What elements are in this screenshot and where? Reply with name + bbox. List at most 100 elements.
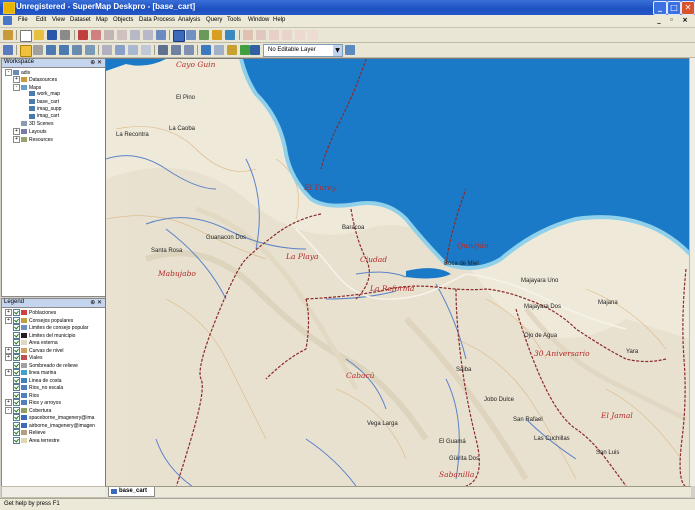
edit-icon[interactable] [243, 30, 253, 40]
zoom-in-icon[interactable] [46, 45, 56, 55]
layer-props-icon[interactable] [345, 45, 355, 55]
close-button[interactable]: ✕ [681, 1, 695, 15]
legend-item[interactable]: spaceborne_imagenery@ima [5, 414, 94, 421]
workspace-tree-item[interactable]: + Datasources [13, 76, 57, 84]
legend-item[interactable]: Area externa [5, 339, 58, 346]
workspace-pin-close[interactable]: ⊕ ✕ [90, 59, 102, 66]
workspace-tree-item[interactable]: imag_supp [21, 106, 61, 113]
expand-icon[interactable]: + [5, 316, 12, 324]
redo-icon[interactable] [143, 30, 153, 40]
legend-item[interactable]: + Consejos populares [5, 316, 73, 324]
expand-icon[interactable]: + [13, 76, 20, 84]
visibility-checkbox[interactable] [13, 399, 20, 406]
menu-query[interactable]: Query [206, 17, 222, 23]
legend-item[interactable]: Limites del municipio [5, 331, 75, 339]
visibility-checkbox[interactable] [13, 406, 20, 414]
doc-icon[interactable] [3, 16, 12, 25]
visibility-checkbox[interactable] [13, 331, 20, 339]
save-icon[interactable] [47, 30, 57, 40]
cut2-icon[interactable] [91, 30, 101, 40]
zoom-out-icon[interactable] [59, 45, 69, 55]
legend-item[interactable]: + Rios y arroyos [5, 399, 61, 406]
legend-item[interactable]: Rios [5, 391, 39, 399]
menu-help[interactable]: Help [273, 17, 285, 23]
menu-edit[interactable]: Edit [36, 17, 46, 23]
identify-icon[interactable] [115, 45, 125, 55]
visibility-checkbox[interactable] [13, 354, 20, 361]
map-vscrollbar[interactable] [689, 58, 695, 486]
visibility-checkbox[interactable] [13, 346, 20, 354]
edit-layer-icon[interactable] [250, 45, 260, 55]
undo-icon[interactable] [130, 30, 140, 40]
open-icon[interactable] [34, 30, 44, 40]
workspace-tree-item[interactable]: base_cart [21, 99, 59, 106]
legend-pin-close[interactable]: ⊕ ✕ [90, 299, 102, 306]
pan-icon[interactable] [3, 45, 13, 55]
menu-tools[interactable]: Tools [227, 17, 241, 23]
analysis-icon[interactable] [225, 30, 235, 40]
expand-icon[interactable]: + [5, 399, 12, 406]
delete-icon[interactable] [78, 30, 88, 40]
split-icon[interactable] [269, 30, 279, 40]
visibility-checkbox[interactable] [13, 339, 20, 346]
measure-icon[interactable] [102, 45, 112, 55]
legend-item[interactable]: + Curvas de nivel [5, 346, 63, 354]
map-view[interactable]: Cayo Guin El Pino La Caoba La Recontra E… [105, 58, 691, 487]
menu-dataset[interactable]: Dataset [70, 17, 91, 23]
workspace-tree-item[interactable]: - Maps [13, 83, 41, 91]
grid-icon[interactable] [186, 30, 196, 40]
visibility-checkbox[interactable] [13, 421, 20, 429]
workspace-tree-item[interactable]: 3D Scenes [13, 121, 53, 128]
legend-item[interactable]: + Poblaciones [5, 309, 56, 316]
legend-item[interactable]: airborne_imagenery@imagen [5, 421, 95, 429]
visibility-checkbox[interactable] [13, 429, 20, 436]
layer-icon[interactable] [199, 30, 209, 40]
visibility-checkbox[interactable] [13, 384, 20, 391]
visibility-checkbox[interactable] [13, 324, 20, 331]
expand-icon[interactable]: + [5, 369, 12, 376]
query-icon[interactable] [212, 30, 222, 40]
menu-map[interactable]: Map [96, 17, 108, 23]
menu-objects[interactable]: Objects [113, 17, 133, 23]
editable-layer-select[interactable]: No Editable Layer ▼ [263, 44, 343, 57]
visibility-checkbox[interactable] [13, 414, 20, 421]
legend-item[interactable]: Sombreado de relieve [5, 361, 78, 369]
forward-icon[interactable] [214, 45, 224, 55]
workspace-tree-item[interactable]: + Resources [13, 135, 53, 143]
workspace-tree-item[interactable]: work_map [21, 91, 60, 98]
merge-icon[interactable] [282, 30, 292, 40]
paste-icon[interactable] [117, 30, 127, 40]
node-icon[interactable] [256, 30, 266, 40]
label-icon[interactable] [141, 45, 151, 55]
cut-icon[interactable] [3, 30, 13, 40]
collapse-icon[interactable]: - [5, 406, 12, 414]
refresh-icon[interactable] [156, 30, 166, 40]
minimize-button[interactable]: _ [653, 1, 667, 15]
visibility-checkbox[interactable] [13, 369, 20, 376]
expand-icon[interactable]: + [13, 128, 20, 136]
visibility-checkbox[interactable] [13, 361, 20, 369]
legend-item[interactable]: + Viales [5, 354, 43, 361]
tab-base-cart[interactable]: base_cart [108, 487, 155, 497]
select-icon[interactable] [20, 45, 32, 57]
visibility-checkbox[interactable] [13, 309, 20, 316]
expand-icon[interactable]: + [5, 309, 12, 316]
collapse-icon[interactable]: - [13, 83, 20, 91]
copy-icon[interactable] [104, 30, 114, 40]
legend-item[interactable]: Linea de costa [5, 376, 62, 384]
green-dot-icon[interactable] [240, 45, 250, 55]
magnifier-icon[interactable] [184, 45, 194, 55]
zoom-entire-icon[interactable] [72, 45, 82, 55]
info-icon[interactable] [128, 45, 138, 55]
pencil-icon[interactable] [227, 45, 237, 55]
legend-item[interactable]: - Cobertura [5, 406, 51, 414]
legend-item[interactable]: Limites de consejo popular [5, 324, 88, 331]
visibility-checkbox[interactable] [13, 376, 20, 384]
select-region-icon[interactable] [33, 45, 43, 55]
visibility-checkbox[interactable] [13, 436, 20, 444]
back-icon[interactable] [201, 45, 211, 55]
visibility-checkbox[interactable] [13, 316, 20, 324]
workspace-tree-item[interactable]: imag_cart [21, 113, 59, 120]
legend-hscrollbar[interactable] [1, 486, 107, 498]
overview-icon[interactable] [171, 45, 181, 55]
